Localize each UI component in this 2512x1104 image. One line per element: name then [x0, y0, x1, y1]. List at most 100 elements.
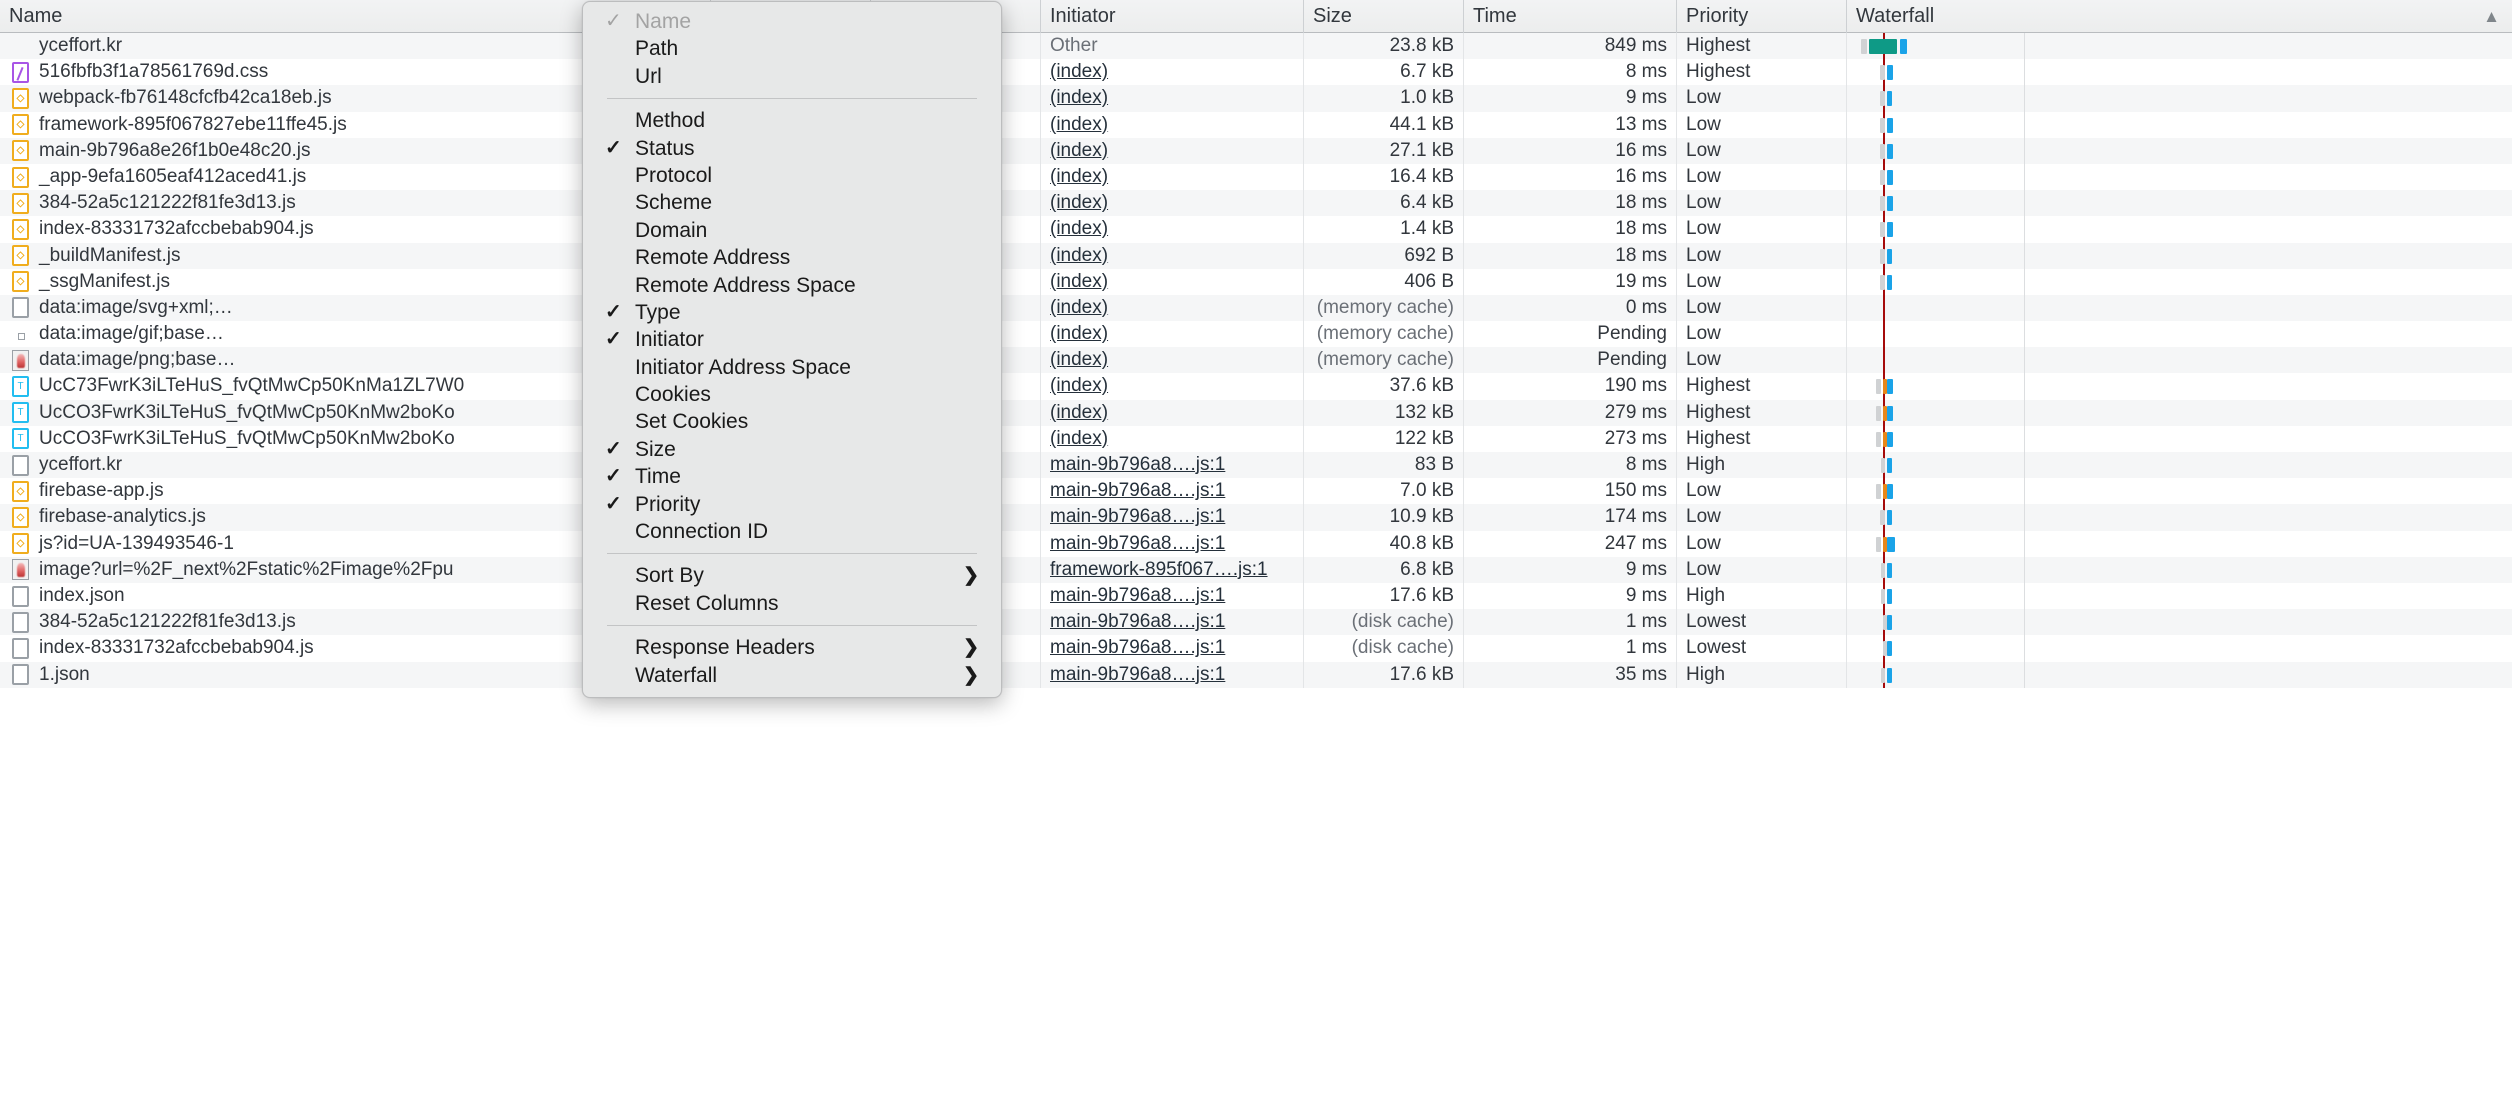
table-row[interactable]: 516fbfb3f1a78561769d.cssstylesheet(index… — [0, 59, 2512, 85]
column-header-priority[interactable]: Priority — [1677, 0, 1847, 33]
initiator-link[interactable]: (index) — [1050, 245, 1108, 266]
initiator-link[interactable]: (index) — [1050, 87, 1108, 108]
cell-initiator[interactable]: (index) — [1041, 243, 1304, 269]
initiator-link[interactable]: (index) — [1050, 114, 1108, 135]
table-row[interactable]: framework-895f067827ebe11ffe45.jsscript(… — [0, 112, 2512, 138]
table-row[interactable]: webpack-fb76148cfcfb42ca18eb.jsscript(in… — [0, 85, 2512, 111]
table-row[interactable]: main-9b796a8e26f1b0e48c20.jsscript(index… — [0, 138, 2512, 164]
cell-initiator[interactable]: (index) — [1041, 347, 1304, 373]
cell-initiator[interactable]: main-9b796a8….js:1 — [1041, 583, 1304, 609]
cell-initiator[interactable]: framework-895f067….js:1 — [1041, 557, 1304, 583]
cell-waterfall[interactable] — [1847, 243, 2512, 269]
table-row[interactable]: firebase-analytics.jsmain-9b796a8….js:11… — [0, 504, 2512, 530]
initiator-link[interactable]: (index) — [1050, 218, 1108, 239]
column-header-initiator[interactable]: Initiator — [1041, 0, 1304, 33]
initiator-link[interactable]: (index) — [1050, 428, 1108, 449]
cell-waterfall[interactable] — [1847, 662, 2512, 688]
cell-initiator[interactable]: (index) — [1041, 295, 1304, 321]
initiator-link[interactable]: main-9b796a8….js:1 — [1050, 454, 1225, 475]
cell-waterfall[interactable] — [1847, 85, 2512, 111]
menu-item-method[interactable]: Method — [583, 107, 1001, 134]
table-row[interactable]: image?url=%2F_next%2Fstatic%2Fimage%2Fpu… — [0, 557, 2512, 583]
cell-waterfall[interactable] — [1847, 164, 2512, 190]
initiator-link[interactable]: (index) — [1050, 323, 1108, 344]
cell-waterfall[interactable] — [1847, 112, 2512, 138]
columns-context-menu[interactable]: ✓NamePathUrlMethod✓StatusProtocolSchemeD… — [582, 1, 1002, 698]
table-row[interactable]: data:image/svg+xml;…(index)(memory cache… — [0, 295, 2512, 321]
initiator-link[interactable]: (index) — [1050, 297, 1108, 318]
table-row[interactable]: yceffort.krmain-9b796a8….js:183 B8 msHig… — [0, 452, 2512, 478]
cell-initiator[interactable]: (index) — [1041, 400, 1304, 426]
cell-waterfall[interactable] — [1847, 373, 2512, 399]
cell-initiator[interactable]: Other — [1041, 33, 1304, 59]
cell-waterfall[interactable] — [1847, 609, 2512, 635]
menu-item-waterfall[interactable]: Waterfall❯ — [583, 662, 1001, 689]
cell-waterfall[interactable] — [1847, 321, 2512, 347]
menu-item-sort-by[interactable]: Sort By❯ — [583, 562, 1001, 589]
cell-waterfall[interactable] — [1847, 347, 2512, 373]
table-row[interactable]: _app-9efa1605eaf412aced41.jsscript(index… — [0, 164, 2512, 190]
menu-item-connection-id[interactable]: Connection ID — [583, 518, 1001, 545]
menu-item-response-headers[interactable]: Response Headers❯ — [583, 634, 1001, 661]
cell-initiator[interactable]: main-9b796a8….js:1 — [1041, 478, 1304, 504]
menu-item-initiator-address-space[interactable]: Initiator Address Space — [583, 354, 1001, 381]
initiator-link[interactable]: main-9b796a8….js:1 — [1050, 480, 1225, 501]
cell-initiator[interactable]: (index) — [1041, 59, 1304, 85]
initiator-link[interactable]: main-9b796a8….js:1 — [1050, 664, 1225, 685]
menu-item-remote-address[interactable]: Remote Address — [583, 244, 1001, 271]
cell-initiator[interactable]: (index) — [1041, 426, 1304, 452]
menu-item-set-cookies[interactable]: Set Cookies — [583, 408, 1001, 435]
column-header-waterfall[interactable]: Waterfall▲ — [1847, 0, 2512, 33]
table-row[interactable]: yceffort.krdocumentOther23.8 kB849 msHig… — [0, 33, 2512, 59]
table-row[interactable]: index-83331732afccbebab904.jsscriptmain-… — [0, 635, 2512, 661]
cell-waterfall[interactable] — [1847, 138, 2512, 164]
cell-initiator[interactable]: main-9b796a8….js:1 — [1041, 452, 1304, 478]
cell-initiator[interactable]: main-9b796a8….js:1 — [1041, 662, 1304, 688]
menu-item-type[interactable]: ✓Type — [583, 299, 1001, 326]
cell-initiator[interactable]: (index) — [1041, 190, 1304, 216]
menu-item-initiator[interactable]: ✓Initiator — [583, 326, 1001, 353]
menu-item-protocol[interactable]: Protocol — [583, 162, 1001, 189]
table-row[interactable]: 384-52a5c121222f81fe3d13.jsscriptmain-9b… — [0, 609, 2512, 635]
table-row[interactable]: _ssgManifest.jsscript(index)406 B19 msLo… — [0, 269, 2512, 295]
initiator-link[interactable]: (index) — [1050, 192, 1108, 213]
initiator-link[interactable]: framework-895f067….js:1 — [1050, 559, 1268, 580]
initiator-link[interactable]: (index) — [1050, 166, 1108, 187]
menu-item-url[interactable]: Url — [583, 63, 1001, 90]
cell-waterfall[interactable] — [1847, 531, 2512, 557]
cell-initiator[interactable]: (index) — [1041, 321, 1304, 347]
cell-waterfall[interactable] — [1847, 557, 2512, 583]
initiator-link[interactable]: main-9b796a8….js:1 — [1050, 533, 1225, 554]
cell-initiator[interactable]: main-9b796a8….js:1 — [1041, 635, 1304, 661]
menu-item-remote-address-space[interactable]: Remote Address Space — [583, 272, 1001, 299]
cell-waterfall[interactable] — [1847, 478, 2512, 504]
cell-waterfall[interactable] — [1847, 452, 2512, 478]
cell-initiator[interactable]: (index) — [1041, 138, 1304, 164]
cell-waterfall[interactable] — [1847, 504, 2512, 530]
cell-waterfall[interactable] — [1847, 269, 2512, 295]
cell-waterfall[interactable] — [1847, 400, 2512, 426]
cell-initiator[interactable]: main-9b796a8….js:1 — [1041, 609, 1304, 635]
table-row[interactable]: UcC73FwrK3iLTeHuS_fvQtMwCp50KnMa1ZL7W0(i… — [0, 373, 2512, 399]
initiator-link[interactable]: (index) — [1050, 402, 1108, 423]
cell-waterfall[interactable] — [1847, 33, 2512, 59]
cell-initiator[interactable]: (index) — [1041, 373, 1304, 399]
menu-item-path[interactable]: Path — [583, 35, 1001, 62]
table-row[interactable]: index-83331732afccbebab904.jsscript(inde… — [0, 216, 2512, 242]
initiator-link[interactable]: main-9b796a8….js:1 — [1050, 637, 1225, 658]
initiator-link[interactable]: main-9b796a8….js:1 — [1050, 585, 1225, 606]
menu-item-cookies[interactable]: Cookies — [583, 381, 1001, 408]
cell-waterfall[interactable] — [1847, 295, 2512, 321]
table-row[interactable]: UcCO3FwrK3iLTeHuS_fvQtMwCp50KnMw2boKo(in… — [0, 400, 2512, 426]
table-row[interactable]: firebase-app.jsmain-9b796a8….js:17.0 kB1… — [0, 478, 2512, 504]
table-row[interactable]: data:image/png;base…(index)(memory cache… — [0, 347, 2512, 373]
table-row[interactable]: js?id=UA-139493546-1main-9b796a8….js:140… — [0, 531, 2512, 557]
table-row[interactable]: UcCO3FwrK3iLTeHuS_fvQtMwCp50KnMw2boKo(in… — [0, 426, 2512, 452]
cell-waterfall[interactable] — [1847, 583, 2512, 609]
table-row[interactable]: 1.jsonmain-9b796a8….js:117.6 kB35 msHigh — [0, 662, 2512, 688]
menu-item-reset-columns[interactable]: Reset Columns — [583, 590, 1001, 617]
initiator-link[interactable]: (index) — [1050, 271, 1108, 292]
cell-initiator[interactable]: (index) — [1041, 85, 1304, 111]
cell-initiator[interactable]: main-9b796a8….js:1 — [1041, 531, 1304, 557]
cell-waterfall[interactable] — [1847, 59, 2512, 85]
